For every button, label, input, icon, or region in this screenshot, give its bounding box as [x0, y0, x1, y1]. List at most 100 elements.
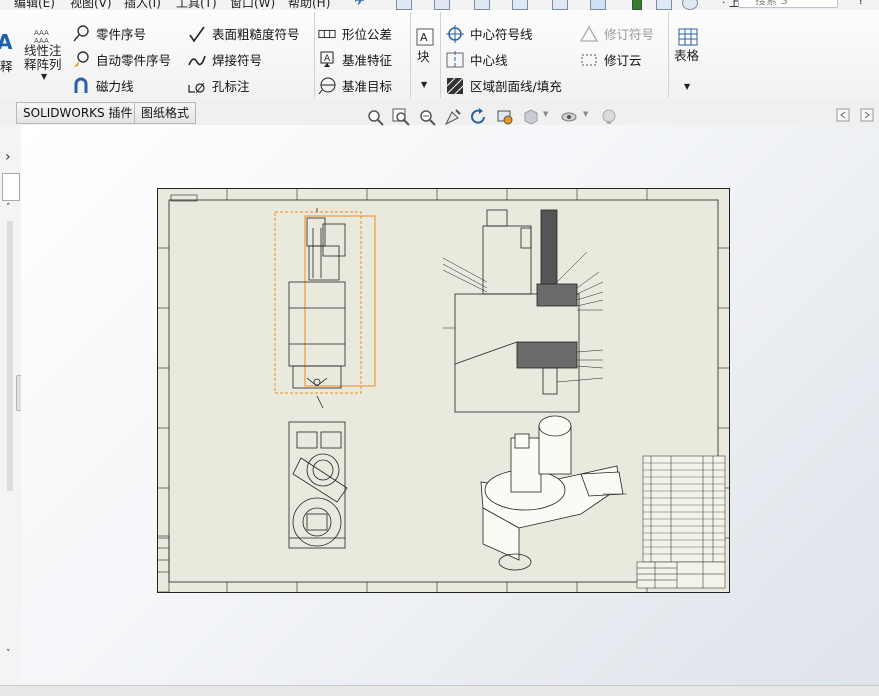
balloon-button[interactable]: 零件序号	[72, 24, 146, 43]
center-mark-icon	[446, 24, 464, 43]
left-panel: › ˄ ˅	[0, 125, 24, 685]
drawing-sheet[interactable]	[157, 188, 730, 593]
block-label: 块	[417, 49, 430, 64]
menu-insert[interactable]: 插入(I)	[124, 0, 161, 10]
auto-balloon-button[interactable]: 自动零件序号	[72, 50, 171, 69]
file-properties-icon[interactable]	[656, 0, 672, 10]
menu-window[interactable]: 窗口(W)	[230, 0, 275, 10]
zoom-in-out-icon[interactable]	[418, 108, 436, 126]
restore-icon[interactable]	[836, 108, 850, 122]
print-icon[interactable]	[512, 0, 528, 10]
new-document-icon[interactable]	[396, 0, 412, 10]
revision-symbol-button[interactable]: 修订符号	[580, 24, 654, 43]
center-mark-label: 中心符号线	[470, 27, 533, 42]
weld-symbol-button[interactable]: 焊接符号	[188, 50, 262, 69]
revision-cloud-button[interactable]: 修订云	[580, 50, 642, 69]
dropdown-arrow-icon[interactable]: ▼	[421, 80, 427, 89]
datum-feature-icon: A	[320, 51, 334, 67]
surface-finish-label: 表面粗糙度符号	[212, 27, 300, 42]
hole-callout-label: 孔标注	[212, 79, 250, 94]
select-icon[interactable]	[444, 108, 462, 126]
magnetic-line-label: 磁力线	[96, 79, 134, 94]
centerline-icon	[446, 50, 464, 69]
auto-balloon-label: 自动零件序号	[96, 53, 172, 68]
block-button[interactable]: A 块 ▼	[414, 26, 436, 94]
hole-callout-button[interactable]: 孔标注	[188, 76, 250, 95]
menu-edit[interactable]: 编辑(E)	[14, 0, 55, 10]
pin-icon[interactable]: ✈	[354, 0, 365, 9]
tab-solidworks-addins[interactable]: SOLIDWORKS 插件	[16, 102, 140, 124]
save-icon[interactable]	[474, 0, 490, 10]
open-icon[interactable]	[434, 0, 450, 10]
tab-sheet-format[interactable]: 图纸格式	[134, 102, 197, 124]
traffic-light-icon[interactable]	[632, 0, 642, 10]
note-button[interactable]: A 释	[0, 30, 18, 74]
scroll-up-icon[interactable]: ˄	[6, 203, 11, 213]
ribbon-separator	[410, 12, 411, 98]
collapse-icon[interactable]	[860, 108, 874, 122]
magnetic-line-button[interactable]: 磁力线	[72, 76, 134, 95]
surface-finish-icon	[189, 26, 205, 42]
dropdown-arrow-icon[interactable]: ▼	[543, 110, 548, 118]
weld-symbol-label: 焊接符号	[212, 53, 263, 68]
annotation-ribbon: A 释 AAA AAA 线性注 释阵列 ▼ 零件序号 自动零件序号 磁力线 表面…	[0, 10, 879, 102]
display-style-icon[interactable]	[522, 108, 540, 126]
title-block	[636, 561, 726, 589]
datum-feature-button[interactable]: A 基准特征	[318, 50, 392, 69]
centerline-label: 中心线	[470, 53, 508, 68]
datum-target-icon	[318, 77, 336, 94]
revision-cloud-icon	[581, 54, 597, 65]
revision-symbol-label: 修订符号	[604, 27, 655, 42]
help-icon[interactable]: ?	[858, 0, 864, 7]
area-hatch-label: 区域剖面线/填充	[470, 79, 562, 94]
expand-panel-icon[interactable]: ›	[5, 149, 11, 165]
panel-tab[interactable]	[2, 173, 20, 201]
center-mark-button[interactable]: 中心符号线	[446, 24, 533, 43]
datum-target-label: 基准目标	[342, 79, 393, 94]
pan-icon[interactable]	[496, 108, 514, 126]
auto-balloon-icon	[74, 50, 89, 67]
menu-view[interactable]: 视图(V)	[70, 0, 112, 10]
dropdown-arrow-icon[interactable]: ▼	[583, 110, 588, 118]
linear-pattern-icon: AAA AAA	[34, 29, 49, 44]
svg-text:AAA: AAA	[34, 29, 49, 37]
panel-scrollbar[interactable]	[7, 221, 13, 491]
linear-pattern-label-1: 线性注	[24, 43, 62, 58]
bill-of-materials-table[interactable]	[642, 455, 726, 563]
search-input[interactable]: 搜索 S	[738, 0, 838, 8]
hide-show-icon[interactable]	[560, 108, 578, 126]
area-hatch-button[interactable]: 区域剖面线/填充	[446, 76, 562, 95]
table-label: 表格	[674, 48, 700, 63]
select-pointer-icon[interactable]	[590, 0, 606, 10]
menu-help[interactable]: 帮助(H)	[288, 0, 330, 10]
options-gear-icon[interactable]	[682, 0, 698, 10]
ribbon-separator	[440, 12, 441, 98]
menu-tools[interactable]: 工具(T)	[176, 0, 217, 10]
command-manager-tabs: SOLIDWORKS 插件 图纸格式	[0, 101, 879, 125]
zoom-to-fit-icon[interactable]	[366, 108, 384, 126]
table-button[interactable]: 表格 ▼	[672, 26, 704, 94]
geometric-tolerance-button[interactable]: 形位公差	[318, 24, 392, 43]
appearance-icon[interactable]	[600, 108, 618, 126]
dropdown-arrow-icon[interactable]: ▼	[41, 72, 47, 81]
revision-cloud-label: 修订云	[604, 53, 642, 68]
scroll-down-icon[interactable]: ˅	[6, 649, 11, 659]
rotate-icon[interactable]	[470, 108, 488, 126]
svg-text:A: A	[324, 54, 331, 64]
datum-target-button[interactable]: 基准目标	[318, 76, 392, 95]
balloon-label: 零件序号	[96, 27, 147, 42]
geometric-tolerance-label: 形位公差	[342, 27, 393, 42]
undo-icon[interactable]	[552, 0, 568, 10]
dropdown-arrow-icon[interactable]: ▼	[684, 82, 690, 91]
ribbon-separator	[314, 12, 315, 98]
zoom-to-area-icon[interactable]	[392, 108, 410, 126]
surface-finish-button[interactable]: 表面粗糙度符号	[188, 24, 300, 43]
centerline-button[interactable]: 中心线	[446, 50, 508, 69]
linear-pattern-label-2: 释阵列	[24, 57, 62, 72]
status-bar	[0, 685, 879, 696]
linear-note-pattern-button[interactable]: AAA AAA 线性注 释阵列 ▼	[24, 26, 66, 86]
svg-text:A: A	[420, 31, 428, 44]
table-icon	[678, 28, 698, 46]
area-hatch-icon	[446, 77, 464, 94]
note-label: 释	[0, 59, 13, 74]
